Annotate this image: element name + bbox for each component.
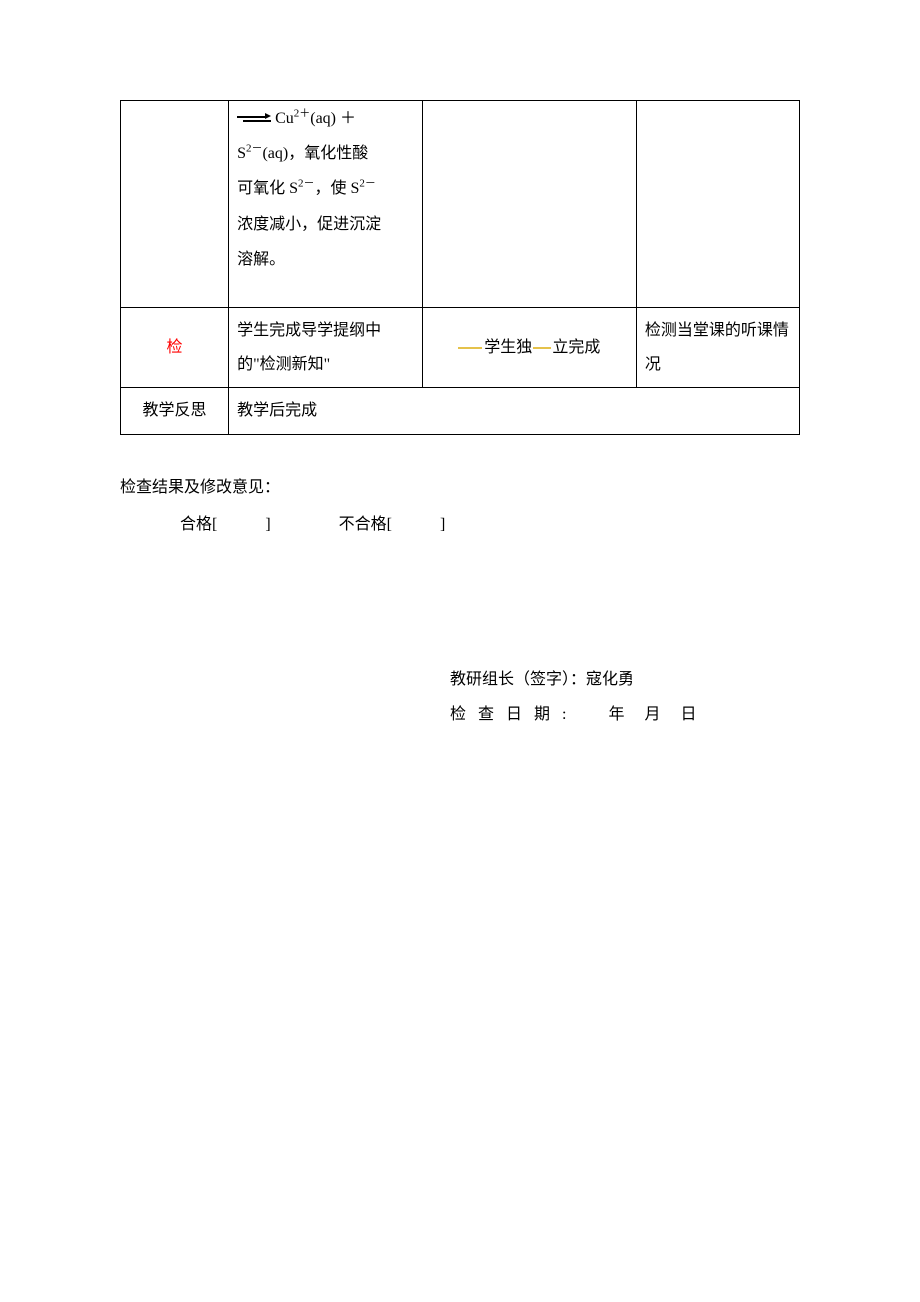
lesson-table: Cu2＋(aq) ＋ S2－(aq)，氧化性酸 可氧化 S2－，使 S2－ 浓度… xyxy=(120,100,800,435)
table-row: Cu2＋(aq) ＋ S2－(aq)，氧化性酸 可氧化 S2－，使 S2－ 浓度… xyxy=(121,101,800,308)
table-row: 教学反思 教学后完成 xyxy=(121,388,800,435)
check-label: 检 xyxy=(167,339,183,356)
review-section: 检查结果及修改意见： 合格[ ] 不合格[ ] 教研组长（签字）：寇化勇 检查日… xyxy=(120,471,800,733)
underline-icon xyxy=(458,347,482,349)
option-pass: 合格[ ] xyxy=(180,516,271,533)
review-title: 检查结果及修改意见： xyxy=(120,471,800,505)
cell-r2c1: 检 xyxy=(121,307,229,387)
cell-r3c1: 教学反思 xyxy=(121,388,229,435)
c3-text-a: 学生独 xyxy=(484,339,532,356)
chem-line-3: 可氧化 S2－，使 S2－ xyxy=(237,171,414,206)
review-options: 合格[ ] 不合格[ ] xyxy=(120,508,800,542)
chem-line-2: S2－(aq)，氧化性酸 xyxy=(237,136,414,171)
leader-line: 教研组长（签字）：寇化勇 xyxy=(450,662,800,697)
date-year: 年 xyxy=(608,697,624,732)
cell-r2c3: 学生独 立完成 xyxy=(422,307,636,387)
cell-r1c4 xyxy=(636,101,799,308)
table-row: 检 学生完成导学提纲中的"检测新知" 学生独 立完成 检测当堂课的听课情况 xyxy=(121,307,800,387)
cell-r2c2: 学生完成导学提纲中的"检测新知" xyxy=(229,307,423,387)
c3-text-b: 立完成 xyxy=(552,339,600,356)
leader-label: 教研组长（签字）： xyxy=(450,662,586,697)
cell-r3c2: 教学后完成 xyxy=(229,388,800,435)
chem-line-1: Cu2＋(aq) ＋ xyxy=(237,101,414,136)
chem-line-4: 浓度减小，促进沉淀 xyxy=(237,207,414,242)
cell-r1c1 xyxy=(121,101,229,308)
date-month: 月 xyxy=(644,697,660,732)
chem-line-5: 溶解。 xyxy=(237,242,414,277)
signature-block: 教研组长（签字）：寇化勇 检查日期: 年 月 日 xyxy=(120,662,800,732)
date-label: 检查日期: xyxy=(450,697,578,732)
cell-r1c3 xyxy=(422,101,636,308)
equilibrium-icon xyxy=(237,112,271,126)
option-fail: 不合格[ ] xyxy=(339,516,446,533)
date-line: 检查日期: 年 月 日 xyxy=(450,697,800,732)
underline-icon xyxy=(533,347,551,349)
cell-r1c2: Cu2＋(aq) ＋ S2－(aq)，氧化性酸 可氧化 S2－，使 S2－ 浓度… xyxy=(229,101,423,308)
cell-r2c4: 检测当堂课的听课情况 xyxy=(636,307,799,387)
date-day: 日 xyxy=(680,697,696,732)
leader-name: 寇化勇 xyxy=(586,662,634,697)
